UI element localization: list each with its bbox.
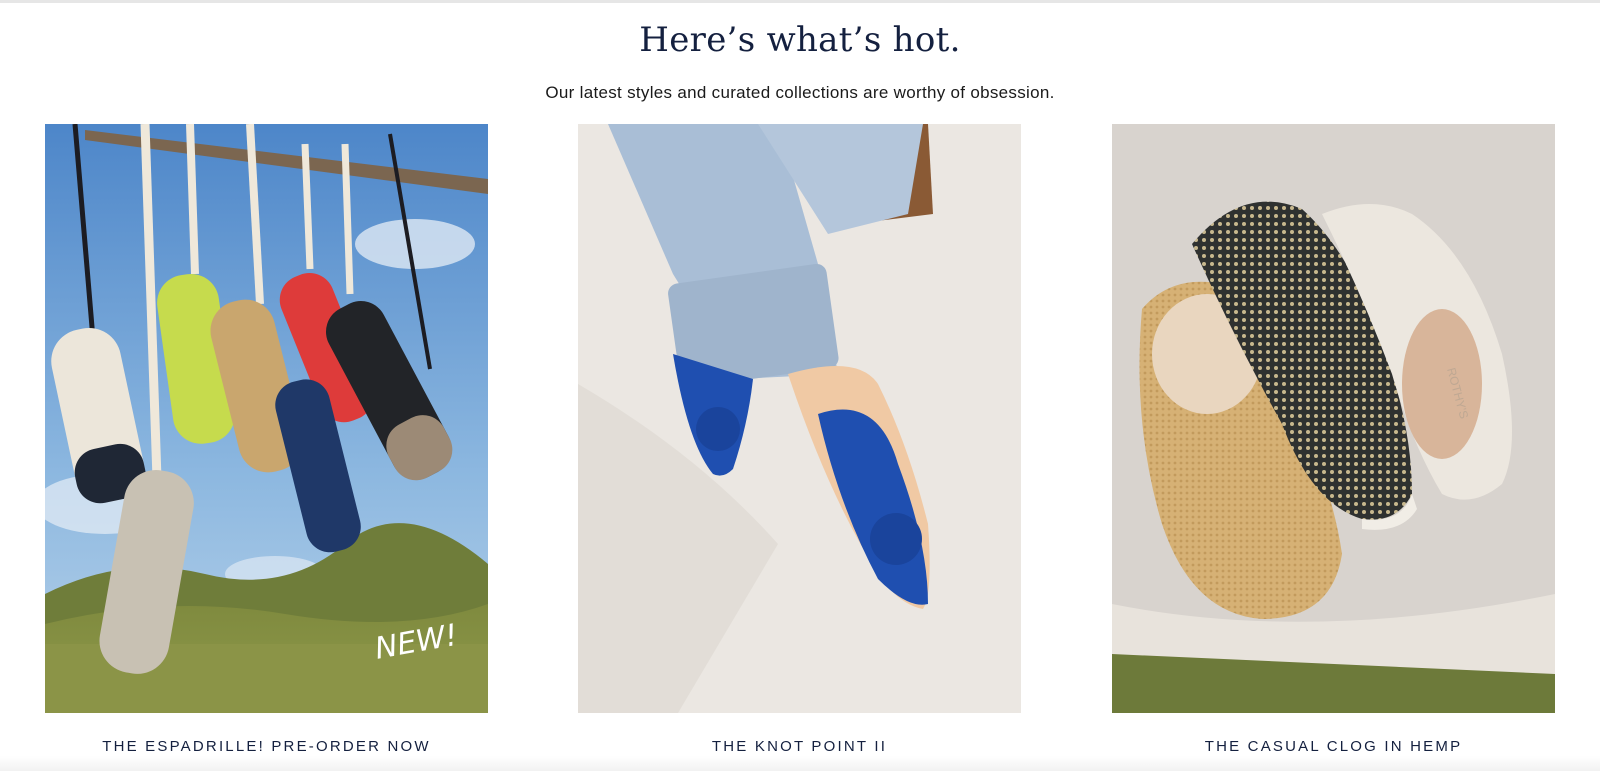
- bottom-fade: [0, 756, 1600, 771]
- hemp-clogs-image: ROTHY'S: [1112, 124, 1555, 713]
- knot-point-image-link[interactable]: [578, 124, 1021, 713]
- page: Here’s what’s hot. Our latest styles and…: [0, 0, 1600, 771]
- section-title: Here’s what’s hot.: [639, 20, 961, 60]
- product-card-casual-clog: ROTHY'S THE CASUAL CLOG IN HEMP: [1112, 124, 1555, 759]
- espadrilles-hanging-image: NEW!: [45, 124, 488, 713]
- top-divider: [0, 0, 1600, 3]
- blue-knot-flats-image: [578, 124, 1021, 713]
- product-card-knot-point: THE KNOT POINT II: [578, 124, 1021, 759]
- casual-clog-image-link[interactable]: ROTHY'S: [1112, 124, 1555, 713]
- section-subtitle: Our latest styles and curated collection…: [545, 83, 1055, 102]
- espadrille-image-link[interactable]: NEW!: [45, 124, 488, 713]
- product-card-espadrille: NEW! THE ESPADRILLE! PRE-ORDER NOW: [45, 124, 488, 759]
